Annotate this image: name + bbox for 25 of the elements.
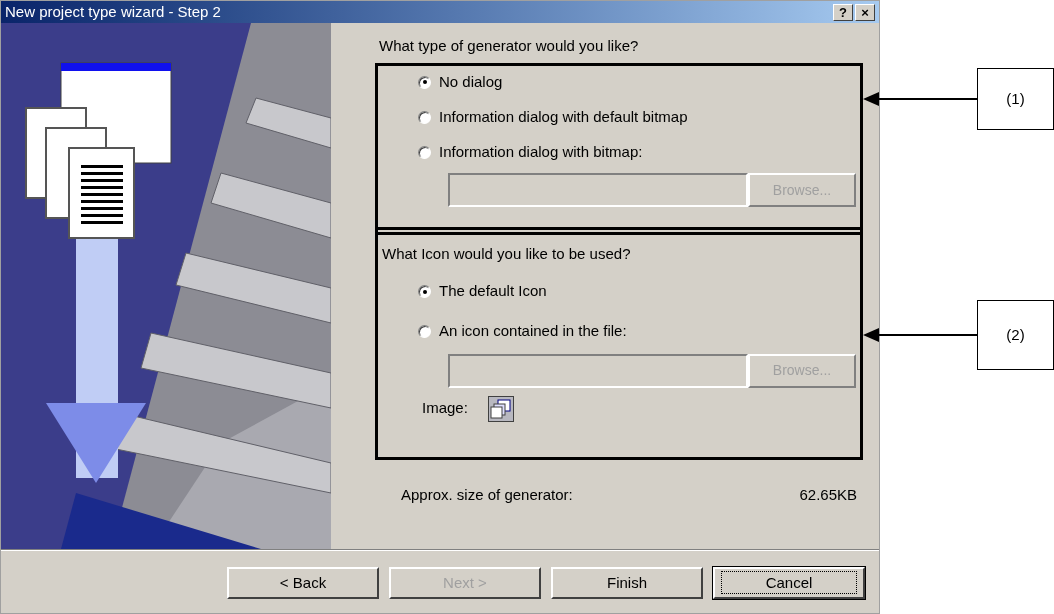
window-title: New project type wizard - Step 2 xyxy=(5,1,221,22)
dialog-button[interactable]: Finish xyxy=(551,567,703,599)
radio-label: An icon contained in the file: xyxy=(439,321,627,342)
icon-question: What Icon would you like to be used? xyxy=(382,244,632,264)
dialog-button[interactable]: < Back xyxy=(227,567,379,599)
radio-label: Information dialog with default bitmap xyxy=(439,106,688,127)
annotation-label: (2) xyxy=(977,300,1054,370)
path-field[interactable] xyxy=(448,353,748,388)
radio-label: No dialog xyxy=(439,71,503,92)
dialog-button[interactable]: Cancel xyxy=(713,567,865,599)
radio-button[interactable] xyxy=(418,75,431,89)
radio-label: Information dialog with bitmap: xyxy=(439,141,643,162)
annotation-label: (1) xyxy=(977,68,1054,130)
help-button[interactable]: ? xyxy=(833,3,853,21)
radio-button[interactable] xyxy=(418,145,431,159)
generator-question: What type of generator would you like? xyxy=(379,36,640,56)
radio-label: The default Icon xyxy=(439,281,547,302)
size-value: 62.65KB xyxy=(799,485,857,505)
stacked-windows-icon xyxy=(487,395,514,422)
path-field[interactable] xyxy=(448,173,748,207)
radio-button[interactable] xyxy=(418,325,431,338)
close-button[interactable]: × xyxy=(855,3,875,21)
image-label: Image: xyxy=(422,398,468,419)
radio-button[interactable] xyxy=(418,285,431,298)
size-label: Approx. size of generator: xyxy=(401,485,573,505)
